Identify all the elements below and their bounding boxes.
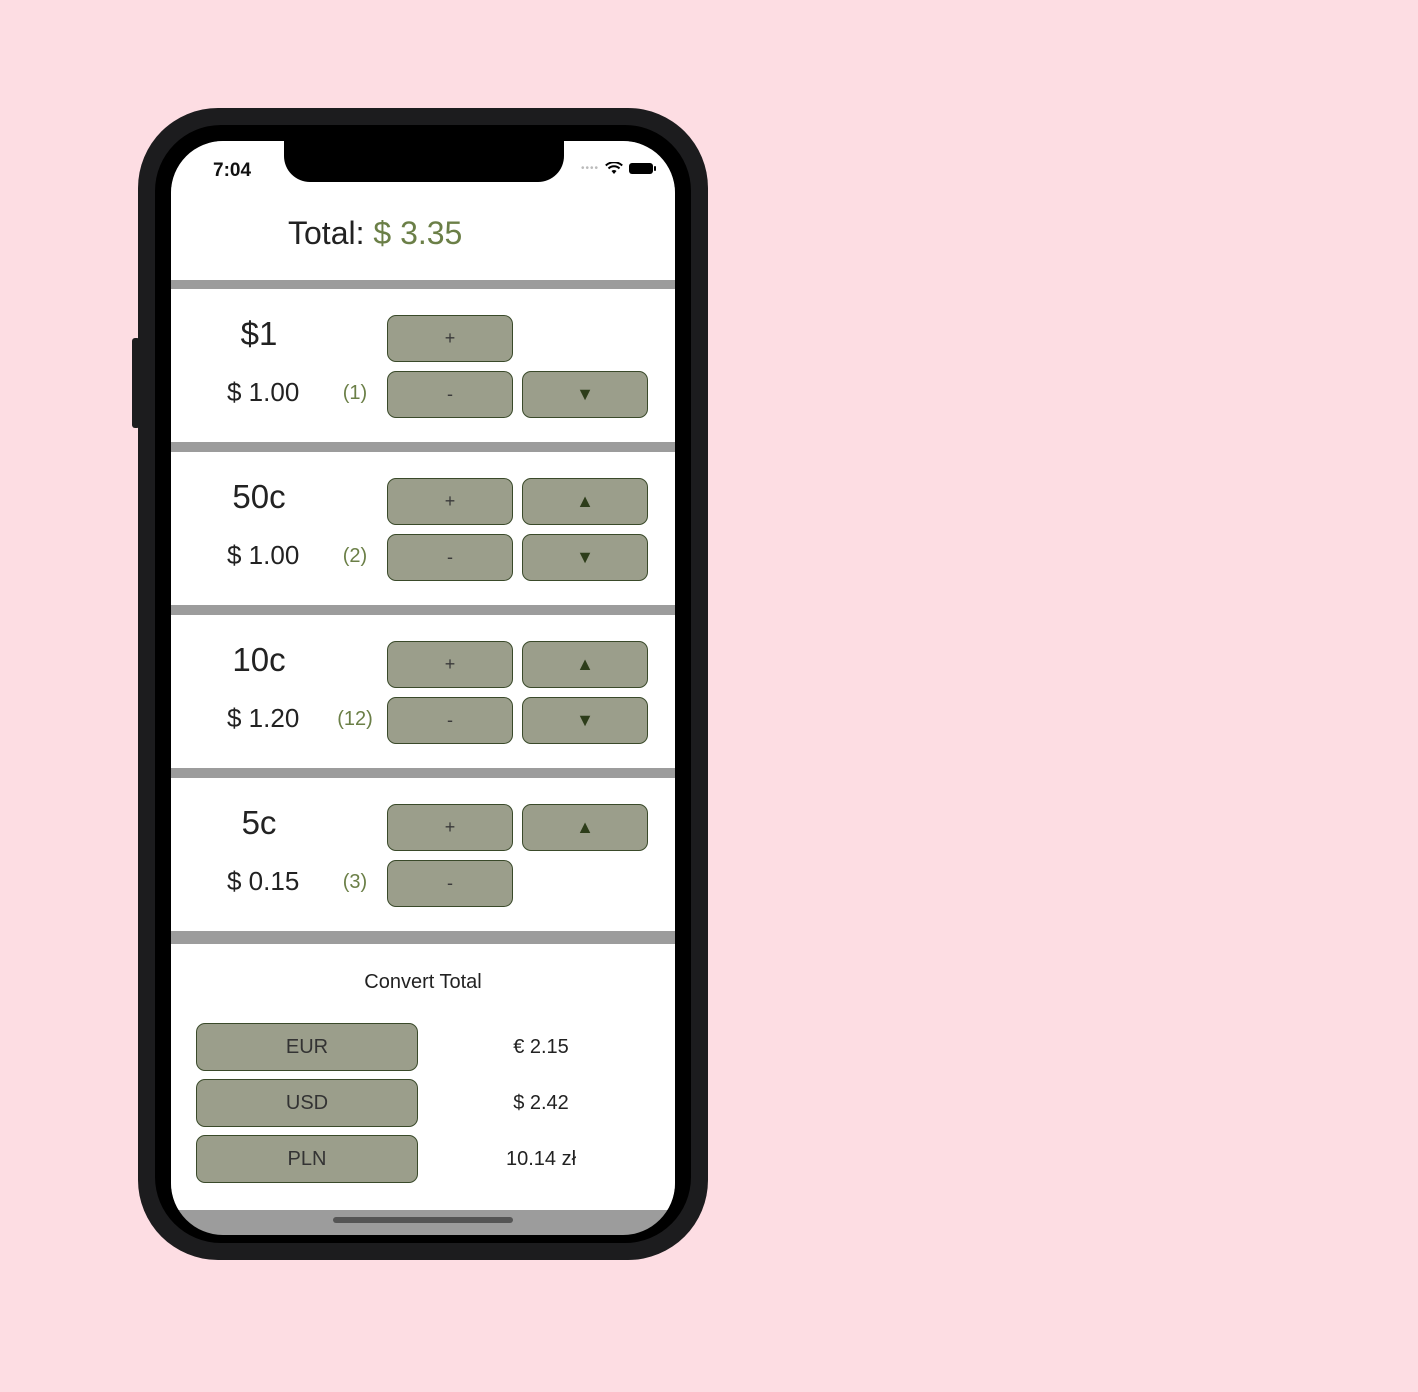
move-up-button[interactable]: ▲ <box>522 641 648 688</box>
increment-button[interactable]: + <box>387 804 513 851</box>
decrement-button[interactable]: - <box>387 371 513 418</box>
row-count: (3) <box>342 871 368 893</box>
phone-side-button <box>132 338 140 428</box>
row-count: (12) <box>337 708 373 730</box>
battery-icon <box>629 163 656 174</box>
converted-eur-value: € 2.15 <box>513 1036 569 1058</box>
row-subtotal: $ 1.00 <box>227 540 300 570</box>
decrement-button[interactable]: - <box>387 860 513 907</box>
decrement-button[interactable]: - <box>387 534 513 581</box>
row-count: (1) <box>342 382 368 404</box>
total-display: Total: $ 3.35 <box>288 215 462 252</box>
convert-eur-button[interactable]: EUR <box>196 1023 418 1071</box>
total-value: $ 3.35 <box>373 215 463 251</box>
home-indicator[interactable] <box>333 1217 513 1223</box>
denomination-label: $1 <box>240 315 278 352</box>
increment-button[interactable]: + <box>387 478 513 525</box>
decrement-button[interactable]: - <box>387 697 513 744</box>
status-icons: •••• <box>580 162 656 175</box>
coin-row-5c: 5c $ 0.15 (3) + - ▲ <box>171 778 675 931</box>
convert-title: Convert Total <box>364 971 482 993</box>
convert-pln-button[interactable]: PLN <box>196 1135 418 1183</box>
denomination-label: 5c <box>241 804 277 841</box>
row-count: (2) <box>342 545 368 567</box>
move-up-button[interactable]: ▲ <box>522 804 648 851</box>
total-label: Total: <box>288 215 365 251</box>
move-down-button[interactable]: ▼ <box>522 534 648 581</box>
move-down-button[interactable]: ▼ <box>522 697 648 744</box>
convert-section: Convert Total EUR € 2.15 USD $ 2.42 PLN … <box>171 944 675 1210</box>
row-subtotal: $ 1.00 <box>227 377 300 407</box>
move-up-button[interactable]: ▲ <box>522 478 648 525</box>
row-subtotal: $ 1.20 <box>227 703 300 733</box>
convert-usd-button[interactable]: USD <box>196 1079 418 1127</box>
coin-row-10c: 10c $ 1.20 (12) + - ▲ ▼ <box>171 615 675 768</box>
phone-frame: 7:04 •••• Total: $ 3.35 $1 $ 1.00 (1) + … <box>132 108 708 1260</box>
signal-icon: •••• <box>580 163 599 174</box>
increment-button[interactable]: + <box>387 315 513 362</box>
coin-row-50c: 50c $ 1.00 (2) + - ▲ ▼ <box>171 452 675 605</box>
coin-row-1-dollar: $1 $ 1.00 (1) + - ▼ <box>171 289 675 442</box>
increment-button[interactable]: + <box>387 641 513 688</box>
app-screen: 7:04 •••• Total: $ 3.35 $1 $ 1.00 (1) + … <box>171 141 675 1235</box>
notch <box>284 141 564 182</box>
denomination-label: 50c <box>232 478 286 515</box>
row-subtotal: $ 0.15 <box>227 866 300 896</box>
converted-pln-value: 10.14 zł <box>505 1148 577 1170</box>
move-down-button[interactable]: ▼ <box>522 371 648 418</box>
converted-usd-value: $ 2.42 <box>513 1092 569 1114</box>
wifi-icon <box>605 162 623 174</box>
denomination-label: 10c <box>232 641 286 678</box>
status-time: 7:04 <box>213 160 252 181</box>
